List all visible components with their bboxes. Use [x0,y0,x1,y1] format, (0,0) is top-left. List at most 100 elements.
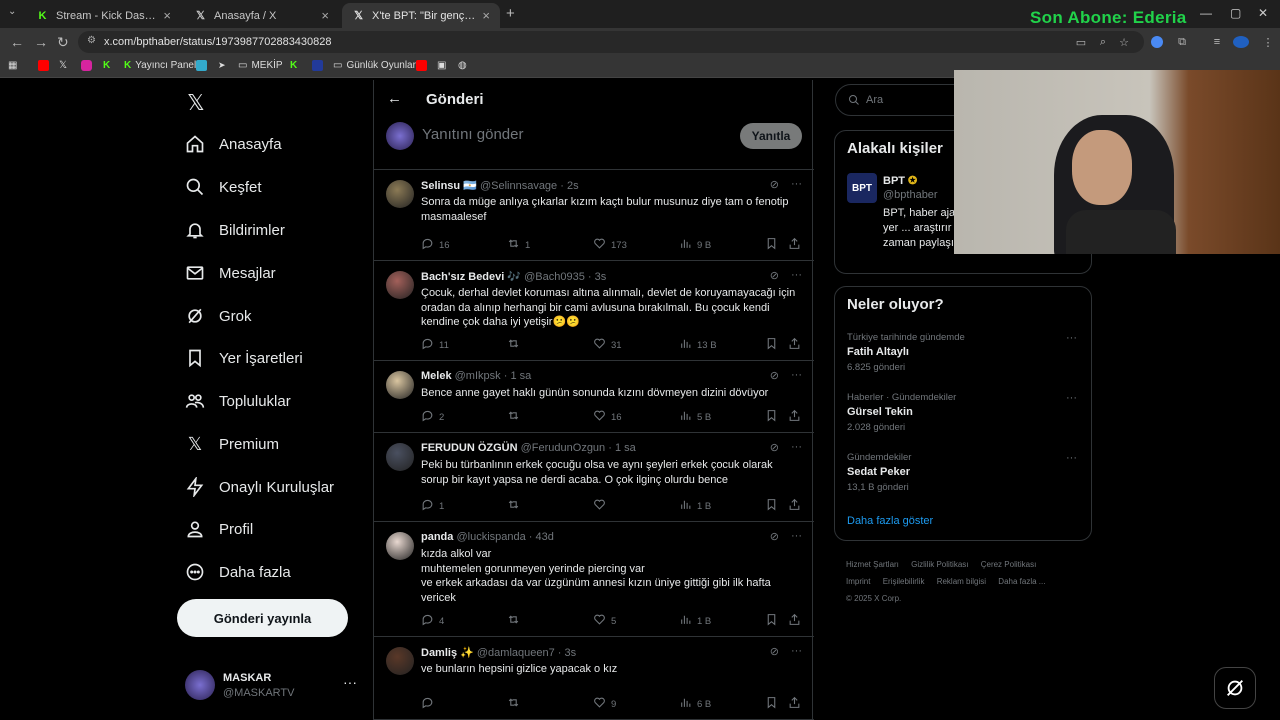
site-info-icon[interactable]: ⚙ [87,35,96,46]
nav-profile[interactable]: Profil [185,519,253,539]
like-action[interactable] [593,498,611,514]
forward-icon[interactable]: → [34,34,48,50]
share-action[interactable] [788,498,801,514]
bookmark-kick-2[interactable]: K [290,60,297,71]
bookmark-x[interactable]: 𝕏 [59,60,67,71]
author-handle[interactable]: @mIkpsk [455,370,501,382]
close-icon[interactable]: × [482,8,490,23]
bookmark-app[interactable] [196,60,207,71]
reply-action[interactable] [421,696,439,712]
nav-grok[interactable]: Grok [185,306,252,326]
bpt-avatar[interactable]: BPT [847,173,877,203]
bookmark-action[interactable] [765,696,778,712]
nav-bookmarks[interactable]: Yer İşaretleri [185,348,303,368]
tweet-time[interactable]: · 2s [560,180,578,192]
grok-icon[interactable]: ⊘ [770,369,779,382]
reply-action[interactable]: 2 [421,409,444,425]
author-name[interactable]: Melek [421,370,452,382]
avatar[interactable] [386,532,414,560]
nav-notifications[interactable]: Bildirimler [185,220,285,240]
reply-tweet[interactable]: FERUDUN ÖZGÜN @FerudunOzgun · 1 sa ⊘ ··· Pe… [374,433,814,522]
bookmark-action[interactable] [765,237,778,253]
grok-icon[interactable]: ⊘ [770,441,779,454]
author-handle[interactable]: @damlaqueen7 [477,647,555,659]
like-action[interactable]: 5 [593,613,616,629]
reply-tweet[interactable]: Selinsu 🇦🇷 @Selinnsavage · 2s ⊘ ··· Sonra d… [374,170,814,261]
extension-icon[interactable] [1151,36,1163,48]
more-dots-icon[interactable]: ··· [791,441,802,454]
bookmark-action[interactable] [765,498,778,514]
footer-link[interactable]: Çerez Politikası [981,560,1037,569]
reply-tweet[interactable]: Bach'sız Bedevi 🎶 @Bach0935 · 3s ⊘ ··· Çocu… [374,261,814,361]
author-handle[interactable]: @FerudunOzgun [521,442,606,454]
close-icon[interactable]: × [321,8,329,23]
grok-icon[interactable]: ⊘ [770,645,779,658]
back-icon[interactable]: ← [10,34,24,50]
more-dots-icon[interactable]: ··· [1066,452,1077,464]
bookmark-gunluk-oyunlar[interactable]: ▭ Günlük Oyunlar [333,60,416,71]
share-action[interactable] [788,696,801,712]
footer-link[interactable]: Gizlilik Politikası [911,560,968,569]
footer-link[interactable]: Reklam bilgisi [937,577,986,586]
views-action[interactable]: 9 B [679,237,711,253]
grok-icon[interactable]: ⊘ [770,530,779,543]
retweet-action[interactable]: 1 [507,237,530,253]
views-action[interactable]: 6 B [679,696,711,712]
bookmark-yayinci-paneli[interactable]: K Yayıncı Paneli [124,60,198,71]
like-action[interactable]: 9 [593,696,616,712]
more-dots-icon[interactable]: ··· [1066,392,1077,404]
retweet-action[interactable] [507,409,525,425]
tweet-time[interactable]: · 1 sa [608,442,636,454]
more-dots-icon[interactable]: ··· [791,530,802,543]
trend-item[interactable]: Haberler · Gündemdekiler Gürsel Tekin 2.… [847,392,1083,433]
like-action[interactable]: 16 [593,409,622,425]
reply-tweet[interactable]: Melek @mIkpsk · 1 sa ⊘ ··· Bence anne gayet… [374,361,814,433]
retweet-action[interactable] [507,613,525,629]
views-action[interactable]: 5 B [679,409,711,425]
reply-input[interactable]: Yanıtını gönder [422,126,523,143]
more-dots-icon[interactable]: ··· [791,369,802,382]
bookmark-action[interactable] [765,613,778,629]
bookmark-youtube-2[interactable] [416,60,427,71]
author-handle[interactable]: @luckispanda [456,531,525,543]
avatar[interactable] [386,180,414,208]
maximize-icon[interactable]: ▢ [1230,6,1241,20]
trend-item[interactable]: Gündemdekiler Sedat Peker 13,1 B gönderi… [847,452,1083,493]
post-button[interactable]: Gönderi yayınla [177,599,348,637]
person-name[interactable]: BPT ✪ [883,174,917,188]
share-action[interactable] [788,613,801,629]
nav-more[interactable]: Daha fazla [185,562,291,582]
new-tab-icon[interactable]: + [506,5,515,22]
bookmark-action[interactable] [765,409,778,425]
avatar[interactable] [386,443,414,471]
reply-action[interactable]: 16 [421,237,450,253]
grok-icon[interactable]: ⊘ [770,178,779,191]
url-input[interactable]: ⚙ x.com/bpthaber/status/1973987702883430… [78,31,1144,53]
minimize-icon[interactable]: — [1200,6,1212,20]
bookmark-action[interactable] [765,337,778,353]
tab-x-home[interactable]: 𝕏 Anasayfa / X × [184,3,339,28]
bookmark-arrow[interactable]: ➤ [218,60,226,71]
like-action[interactable]: 173 [593,237,627,253]
bookmark-kick[interactable]: K [103,60,110,71]
more-dots-icon[interactable]: ··· [791,645,802,658]
avatar[interactable] [386,271,414,299]
reply-action[interactable]: 1 [421,498,444,514]
avatar[interactable] [386,371,414,399]
bookmark-image[interactable]: ▣ [437,60,446,71]
tweet-time[interactable]: · 1 sa [504,370,532,382]
close-icon[interactable]: × [163,8,171,23]
grok-icon[interactable]: ⊘ [770,269,779,282]
author-name[interactable]: panda [421,531,453,543]
author-name[interactable]: Bach'sız Bedevi 🎶 [421,271,521,283]
bookmark-mekip[interactable]: ▭ MEKİP [238,60,283,71]
retweet-action[interactable] [507,696,525,712]
footer-link[interactable]: Erişilebilirlik [883,577,925,586]
reload-icon[interactable]: ↻ [57,34,69,51]
share-action[interactable] [788,237,801,253]
author-name[interactable]: Selinsu 🇦🇷 [421,180,477,192]
more-dots-icon[interactable]: ··· [791,269,802,282]
more-dots-icon[interactable]: ··· [1066,332,1077,344]
grok-floating-button[interactable] [1214,667,1256,709]
footer-link[interactable]: Imprint [846,577,870,586]
